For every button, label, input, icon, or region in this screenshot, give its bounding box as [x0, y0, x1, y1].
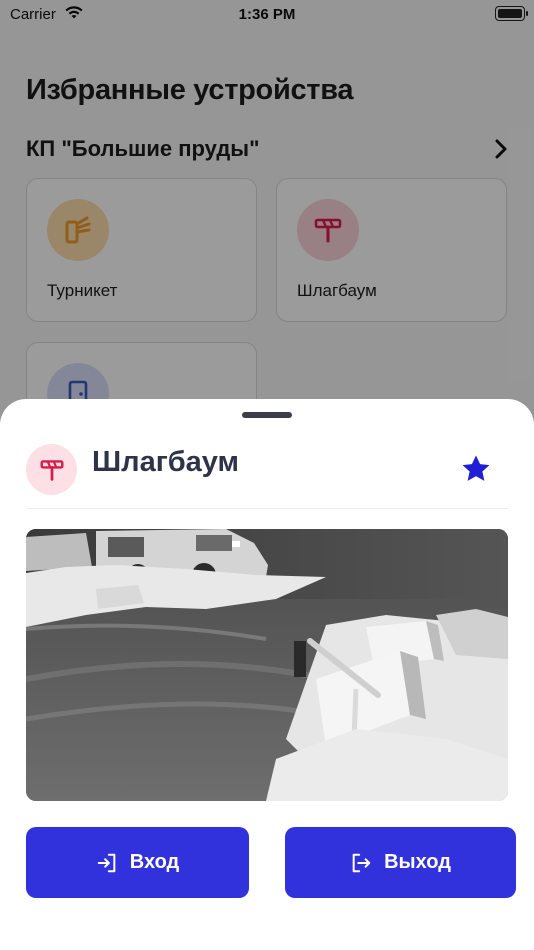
logout-icon: [352, 853, 371, 872]
camera-snapshot: [26, 529, 508, 801]
device-title: Шлагбаум: [92, 446, 240, 478]
enter-button[interactable]: Вход: [26, 827, 249, 898]
bottom-sheet: Шлагбаум Вход Выход: [0, 399, 534, 950]
exit-button-label: Выход: [384, 851, 451, 873]
divider: [26, 508, 508, 509]
enter-button-label: Вход: [129, 851, 180, 873]
barrier-icon: [26, 444, 77, 495]
star-icon[interactable]: [459, 452, 493, 486]
login-icon: [97, 853, 116, 872]
exit-button[interactable]: Выход: [285, 827, 516, 898]
sheet-grabber[interactable]: [242, 412, 292, 418]
